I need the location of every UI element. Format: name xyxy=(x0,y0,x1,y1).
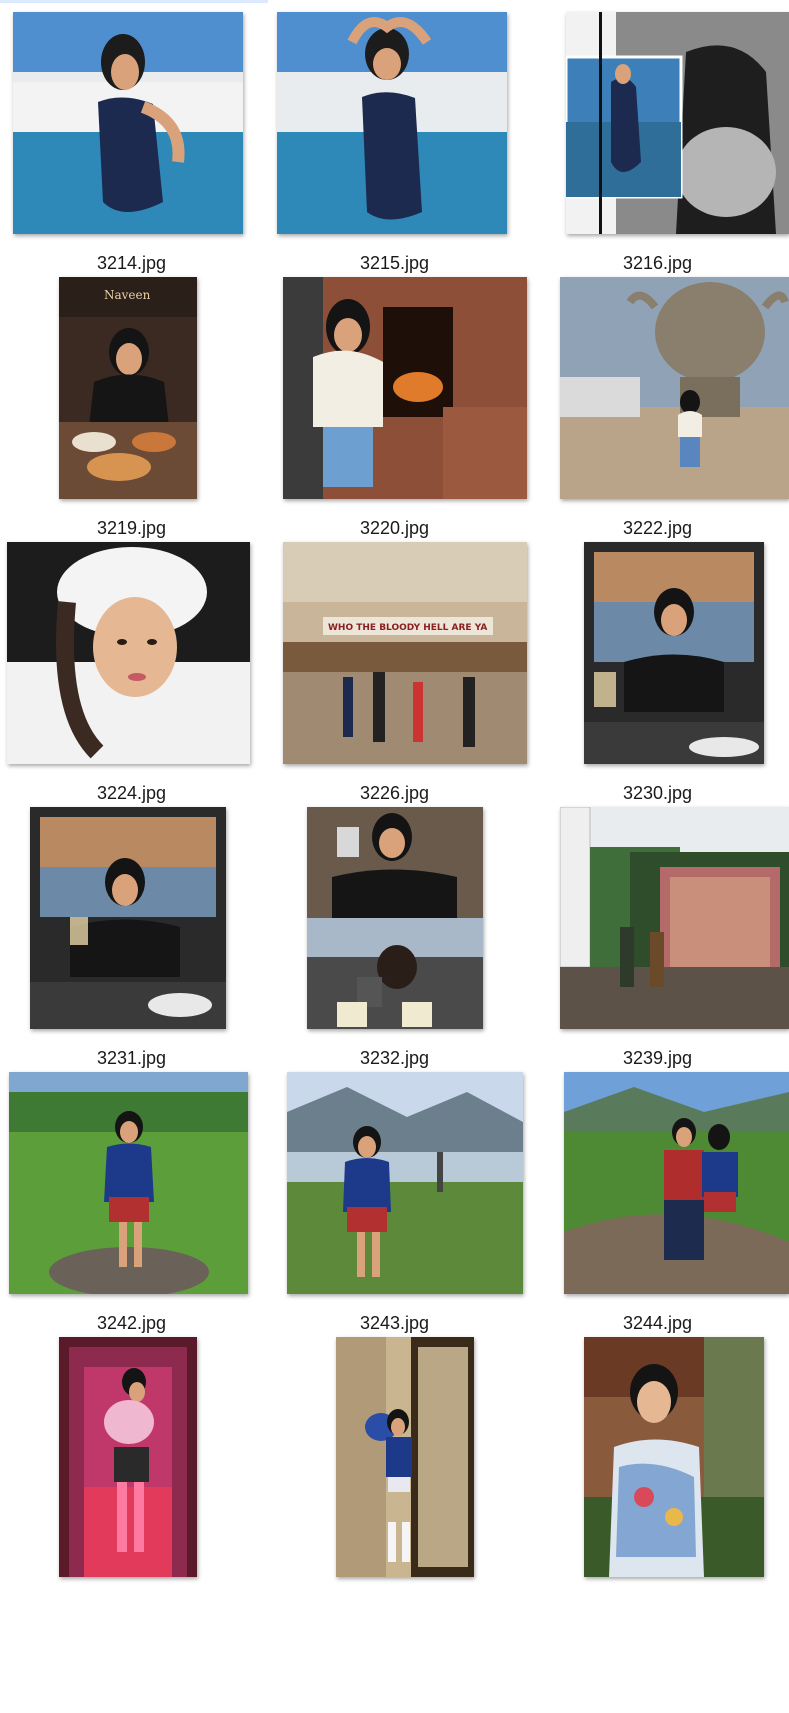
photo-thumbnail-icon xyxy=(560,277,789,499)
photo-thumbnail-icon xyxy=(564,1072,789,1294)
file-item[interactable] xyxy=(0,1325,263,1615)
file-item[interactable]: 3220.jpg xyxy=(263,265,527,555)
photo-thumbnail-icon xyxy=(584,542,764,764)
photo-thumbnail-icon: WHO THE BLOODY HELL ARE YA xyxy=(283,542,527,764)
file-grid: 3214.jpg 3215.jpg 3216.jpg Naveen 3219.j… xyxy=(0,0,789,1713)
file-item[interactable] xyxy=(526,1325,789,1615)
photo-thumbnail-icon xyxy=(307,807,483,1029)
file-item[interactable]: WHO THE BLOODY HELL ARE YA 3226.jpg xyxy=(263,530,527,820)
file-item[interactable]: 3222.jpg xyxy=(526,265,789,555)
photo-thumbnail-icon xyxy=(566,12,789,234)
file-item[interactable]: 3243.jpg xyxy=(263,1060,526,1350)
photo-thumbnail-icon xyxy=(30,807,226,1029)
photo-thumbnail-icon xyxy=(13,12,243,234)
file-item[interactable]: 3239.jpg xyxy=(526,795,789,1085)
photo-thumbnail-icon xyxy=(283,277,527,499)
photo-thumbnail-icon xyxy=(287,1072,523,1294)
file-item[interactable]: 3244.jpg xyxy=(526,1060,789,1350)
file-item[interactable] xyxy=(263,1325,526,1615)
file-item[interactable]: 3215.jpg xyxy=(263,0,526,290)
photo-thumbnail-icon xyxy=(336,1337,474,1577)
file-item[interactable]: 3232.jpg xyxy=(263,795,526,1085)
file-item[interactable]: 3231.jpg xyxy=(0,795,263,1085)
photo-thumbnail-icon xyxy=(7,542,250,764)
file-item[interactable]: 3230.jpg xyxy=(526,530,789,820)
file-item[interactable]: 3242.jpg xyxy=(0,1060,263,1350)
photo-thumbnail-icon xyxy=(584,1337,764,1577)
file-item[interactable]: 3214.jpg xyxy=(0,0,263,290)
file-item[interactable]: Naveen 3219.jpg xyxy=(0,265,263,555)
photo-thumbnail-icon: Naveen xyxy=(59,277,197,499)
photo-thumbnail-icon xyxy=(277,12,507,234)
photo-thumbnail-icon xyxy=(59,1337,197,1577)
shop-sign: WHO THE BLOODY HELL ARE YA xyxy=(328,623,487,633)
restaurant-sign: Naveen xyxy=(104,288,151,302)
photo-thumbnail-icon xyxy=(560,807,789,1029)
file-item[interactable]: 3224.jpg xyxy=(0,530,263,820)
file-item[interactable]: 3216.jpg xyxy=(526,0,789,290)
photo-thumbnail-icon xyxy=(9,1072,248,1294)
